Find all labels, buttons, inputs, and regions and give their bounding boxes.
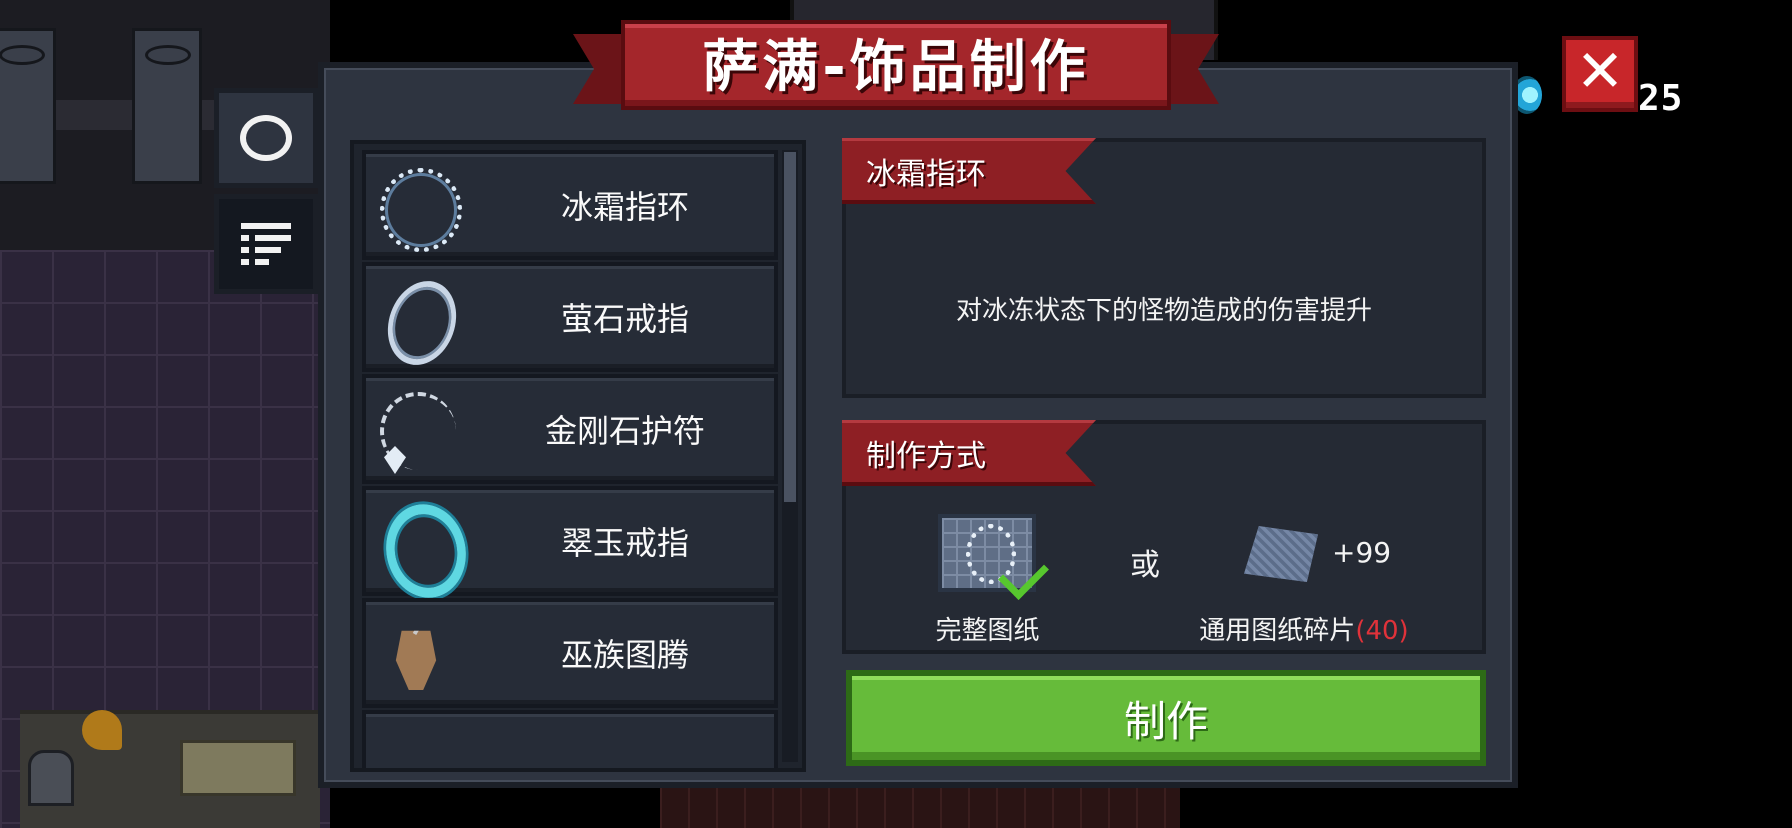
ring-tab-icon	[240, 115, 292, 161]
list-item-witch-totem[interactable]: 巫族图腾	[362, 598, 778, 708]
crow-pet	[82, 710, 122, 750]
item-name: 翠玉戒指	[560, 524, 689, 562]
fragment-quantity: +99	[1332, 536, 1392, 569]
craft-button[interactable]: 制作	[846, 670, 1486, 766]
notice-board-prop	[180, 740, 296, 796]
item-name: 巫族图腾	[560, 636, 689, 674]
selected-item-name: 冰霜指环	[842, 138, 1096, 204]
tab-list[interactable]	[214, 194, 318, 294]
gravestone-prop	[28, 750, 74, 806]
diamond-amulet-icon	[380, 392, 456, 470]
item-description: 对冰冻状态下的怪物造成的伤害提升	[955, 296, 1372, 326]
item-name: 冰霜指环	[560, 188, 689, 226]
close-button[interactable]: ✕	[1562, 36, 1638, 112]
item-list[interactable]: 冰霜指环 萤石戒指 金刚石护符 翠玉戒指 巫族图腾	[350, 140, 806, 772]
fragment-owned-count: (40)	[1355, 616, 1409, 646]
jade-ring-icon	[377, 496, 475, 606]
list-item-opal-ring[interactable]: 萤石戒指	[362, 262, 778, 375]
gem-count: 25	[1638, 78, 1684, 119]
list-item-frost-ring[interactable]: 冰霜指环	[362, 150, 778, 260]
blueprint-label: 完整图纸	[935, 616, 1040, 646]
fragment-label: 通用图纸碎片(40)	[1184, 610, 1424, 647]
item-name: 萤石戒指	[560, 300, 689, 338]
fragment-label-text: 通用图纸碎片	[1199, 616, 1356, 646]
stone-pillar	[132, 28, 202, 184]
item-name: 金刚石护符	[544, 412, 705, 450]
list-item-jade-ring[interactable]: 翠玉戒指	[362, 486, 778, 606]
page-title: 萨满-饰品制作	[702, 34, 1090, 100]
frost-ring-icon	[380, 168, 462, 252]
stone-pillar	[0, 28, 56, 184]
list-tab-icon	[241, 223, 291, 265]
tab-accessories[interactable]	[214, 88, 318, 188]
crafting-method-header: 制作方式	[842, 420, 1096, 486]
or-label: 或	[1130, 548, 1160, 583]
witch-totem-icon	[395, 630, 437, 690]
scrollbar-thumb[interactable]	[784, 152, 796, 502]
list-item-diamond-amulet[interactable]: 金刚石护符	[362, 374, 778, 484]
list-item-partial[interactable]	[362, 710, 778, 768]
title-banner: 萨满-饰品制作	[573, 10, 1219, 114]
opal-ring-icon	[376, 271, 468, 375]
close-icon: ✕	[1575, 37, 1625, 105]
